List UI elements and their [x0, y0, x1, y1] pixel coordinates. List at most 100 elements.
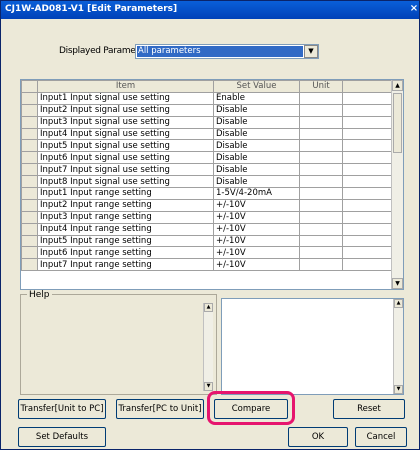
set-value-cell[interactable]: +/-10V — [213, 222, 300, 236]
table-row[interactable]: Input7 Input range setting +/-10V — [21, 258, 394, 272]
scroll-up-icon[interactable]: ▲ — [392, 80, 403, 91]
item-cell[interactable]: Input8 Input signal use setting — [37, 175, 214, 189]
table-row[interactable]: Input8 Input signal use setting Disable — [21, 175, 394, 189]
table-row[interactable]: Input1 Input signal use setting Enable — [21, 91, 394, 105]
row-header-cell — [21, 103, 38, 117]
set-value-cell[interactable]: Disable — [213, 175, 300, 189]
scroll-down-icon[interactable]: ▼ — [394, 385, 403, 394]
row-header-cell — [21, 187, 38, 200]
table-row[interactable]: Input6 Input range setting +/-10V — [21, 246, 394, 260]
blank-cell — [342, 198, 394, 212]
unit-cell[interactable] — [299, 127, 343, 141]
column-header-item[interactable]: Item — [37, 80, 214, 93]
unit-cell[interactable] — [299, 246, 343, 260]
ok-button[interactable]: OK — [288, 427, 348, 447]
unit-cell[interactable] — [299, 91, 343, 105]
row-header-cell — [21, 234, 38, 248]
reset-button[interactable]: Reset — [333, 399, 405, 419]
table-row[interactable]: Input5 Input signal use setting Disable — [21, 139, 394, 153]
row-header-cell — [21, 127, 38, 141]
scroll-down-icon[interactable]: ▼ — [392, 278, 403, 289]
chevron-down-icon[interactable]: ▼ — [304, 45, 318, 58]
unit-cell[interactable] — [299, 139, 343, 153]
set-value-cell[interactable]: +/-10V — [213, 246, 300, 260]
blank-cell — [342, 246, 394, 260]
help-box-scrollbar[interactable]: ▲ ▼ — [393, 299, 403, 394]
table-row[interactable]: Input2 Input signal use setting Disable — [21, 103, 394, 117]
set-defaults-button[interactable]: Set Defaults — [18, 427, 106, 447]
table-row[interactable]: Input4 Input range setting +/-10V — [21, 222, 394, 236]
table-row[interactable]: Input3 Input range setting +/-10V — [21, 210, 394, 224]
unit-cell[interactable] — [299, 163, 343, 177]
item-cell[interactable]: Input2 Input signal use setting — [37, 103, 214, 117]
help-text-box[interactable]: ▲ ▼ — [221, 298, 404, 395]
scroll-up-icon[interactable]: ▲ — [204, 303, 213, 312]
set-value-cell[interactable]: +/-10V — [213, 210, 300, 224]
unit-cell[interactable] — [299, 115, 343, 129]
unit-cell[interactable] — [299, 187, 343, 200]
row-header-cell — [21, 151, 38, 165]
set-value-cell[interactable]: Disable — [213, 151, 300, 165]
transfer-unit-to-pc-button[interactable]: Transfer[Unit to PC] — [18, 399, 106, 419]
item-cell[interactable]: Input5 Input range setting — [37, 234, 214, 248]
item-cell[interactable]: Input6 Input range setting — [37, 246, 214, 260]
close-icon[interactable]: × — [407, 1, 419, 19]
set-value-cell[interactable]: +/-10V — [213, 198, 300, 212]
column-header-unit[interactable]: Unit — [299, 80, 343, 93]
unit-cell[interactable] — [299, 198, 343, 212]
scroll-down-icon[interactable]: ▼ — [204, 382, 213, 391]
unit-cell[interactable] — [299, 210, 343, 224]
transfer-pc-to-unit-button[interactable]: Transfer[PC to Unit] — [116, 399, 204, 419]
cancel-button[interactable]: Cancel — [355, 427, 407, 447]
item-cell[interactable]: Input5 Input signal use setting — [37, 139, 214, 153]
item-cell[interactable]: Input4 Input signal use setting — [37, 127, 214, 141]
set-value-cell[interactable]: Disable — [213, 115, 300, 129]
set-value-cell[interactable]: +/-10V — [213, 234, 300, 248]
set-value-cell[interactable]: Disable — [213, 139, 300, 153]
unit-cell[interactable] — [299, 258, 343, 272]
help-scrollbar[interactable]: ▲ ▼ — [203, 303, 213, 391]
table-row[interactable]: Input6 Input signal use setting Disable — [21, 151, 394, 165]
table-row[interactable]: Input7 Input signal use setting Disable — [21, 163, 394, 177]
set-value-cell[interactable]: +/-10V — [213, 258, 300, 272]
unit-cell[interactable] — [299, 222, 343, 236]
grid-scrollbar[interactable]: ▲ ▼ — [391, 80, 403, 289]
blank-cell — [342, 163, 394, 177]
unit-cell[interactable] — [299, 234, 343, 248]
set-value-cell[interactable]: 1-5V/4-20mA — [213, 187, 300, 200]
set-value-cell[interactable]: Disable — [213, 103, 300, 117]
item-cell[interactable]: Input2 Input range setting — [37, 198, 214, 212]
unit-cell[interactable] — [299, 175, 343, 189]
item-cell[interactable]: Input1 Input signal use setting — [37, 91, 214, 105]
row-header-cell — [21, 222, 38, 236]
unit-cell[interactable] — [299, 103, 343, 117]
set-value-cell[interactable]: Enable — [213, 91, 300, 105]
item-cell[interactable]: Input4 Input range setting — [37, 222, 214, 236]
item-cell[interactable]: Input3 Input range setting — [37, 210, 214, 224]
blank-cell — [342, 234, 394, 248]
item-cell[interactable]: Input7 Input range setting — [37, 258, 214, 272]
item-cell[interactable]: Input3 Input signal use setting — [37, 115, 214, 129]
table-row[interactable]: Input4 Input signal use setting Disable — [21, 127, 394, 141]
table-row[interactable]: Input3 Input signal use setting Disable — [21, 115, 394, 129]
blank-cell — [342, 187, 394, 200]
unit-cell[interactable] — [299, 151, 343, 165]
scroll-thumb[interactable] — [393, 93, 402, 153]
row-header-cell — [21, 258, 38, 272]
table-row[interactable]: Input1 Input range setting 1-5V/4-20mA — [21, 187, 394, 200]
item-cell[interactable]: Input1 Input range setting — [37, 187, 214, 200]
item-cell[interactable]: Input7 Input signal use setting — [37, 163, 214, 177]
scroll-up-icon[interactable]: ▲ — [394, 299, 403, 308]
row-header-cell — [21, 139, 38, 153]
item-cell[interactable]: Input6 Input signal use setting — [37, 151, 214, 165]
set-value-cell[interactable]: Disable — [213, 163, 300, 177]
blank-cell — [342, 127, 394, 141]
help-label: Help — [27, 290, 52, 300]
displayed-parameter-value: All parameters — [137, 46, 303, 57]
displayed-parameter-select[interactable]: All parameters ▼ — [135, 44, 319, 59]
column-header-set-value[interactable]: Set Value — [213, 80, 300, 93]
parameter-table: Item Set Value Unit Input1 Input signal … — [21, 80, 394, 272]
table-row[interactable]: Input5 Input range setting +/-10V — [21, 234, 394, 248]
set-value-cell[interactable]: Disable — [213, 127, 300, 141]
table-row[interactable]: Input2 Input range setting +/-10V — [21, 198, 394, 212]
